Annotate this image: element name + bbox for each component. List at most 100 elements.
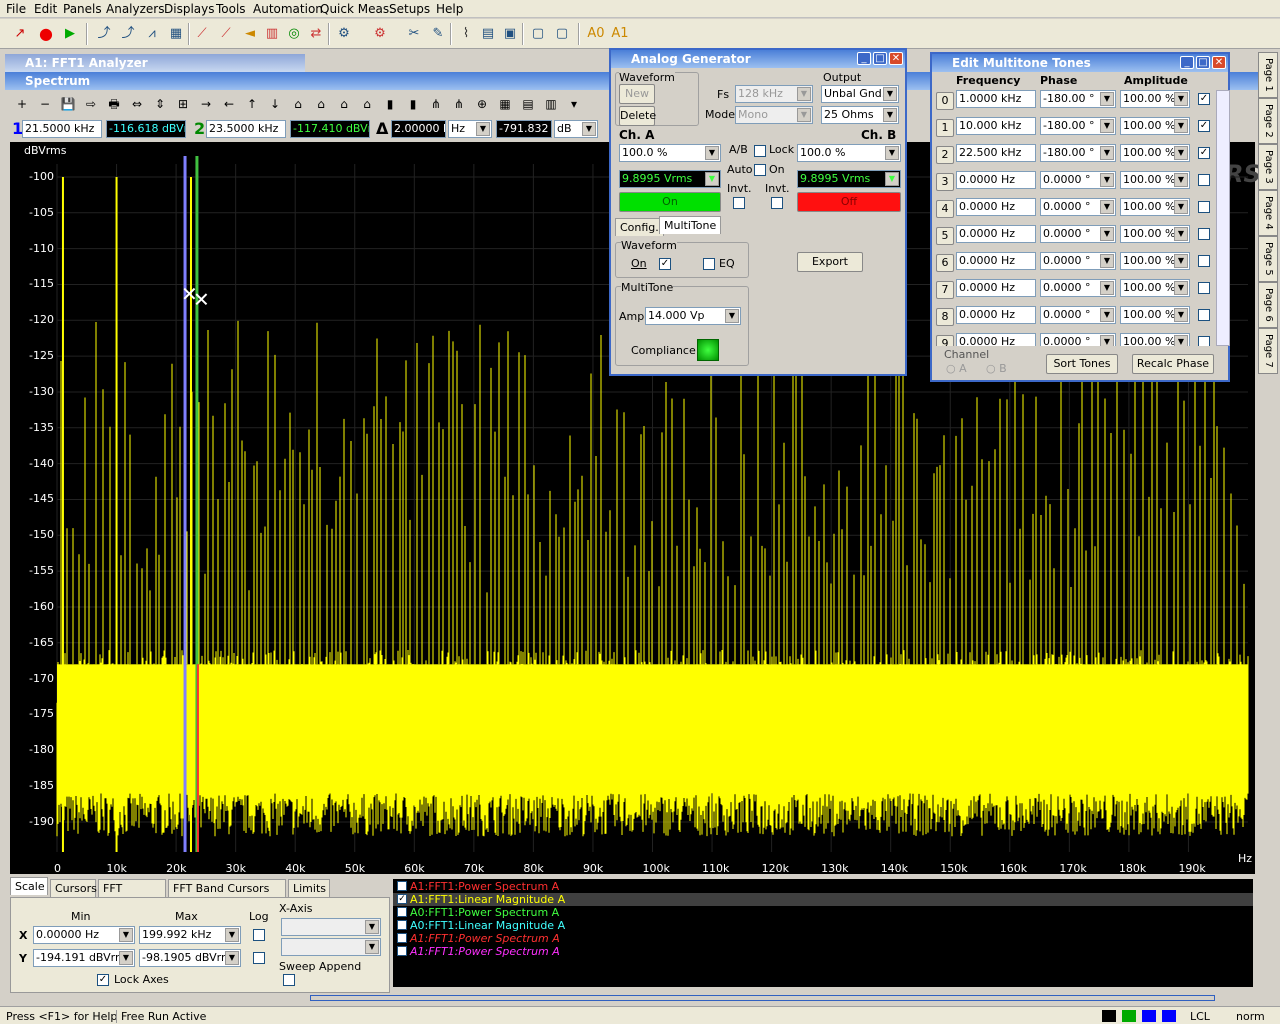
chevron-down-icon[interactable]: ▼	[1174, 173, 1188, 187]
auto-on-checkbox[interactable]	[754, 164, 766, 176]
bars-icon[interactable]: ▥	[262, 24, 282, 44]
spectrum-tool-icon[interactable]: −	[35, 94, 55, 114]
tone-amplitude-field[interactable]: 100.00 % ▼	[1120, 171, 1190, 189]
minimize-button[interactable]: _	[857, 52, 871, 65]
spectrum-tool-icon[interactable]: ←	[219, 94, 239, 114]
spectrum-tool-icon[interactable]: ⌂	[288, 94, 308, 114]
spectrum-tool-icon[interactable]: +	[12, 94, 32, 114]
recalc-phase-button[interactable]: Recalc Phase	[1132, 354, 1214, 374]
record-icon[interactable]: ●	[36, 24, 56, 44]
chevron-down-icon[interactable]: ▼	[1174, 200, 1188, 214]
page-tab-7[interactable]: Page 7	[1258, 328, 1278, 374]
tone-enable-checkbox[interactable]	[1198, 228, 1210, 240]
tone-phase-field[interactable]: -180.00 ° ▼	[1040, 144, 1116, 162]
cursor2-freq[interactable]: 23.5000 kHz	[206, 120, 286, 138]
menu-item-analyzers[interactable]: Analyzers	[106, 2, 164, 16]
arrow-icon[interactable]: ↗	[10, 24, 30, 44]
delta-freq-unit[interactable]: Hz ▼	[448, 120, 492, 138]
spectrum-tool-icon[interactable]: ⋔	[449, 94, 469, 114]
tone-phase-field[interactable]: 0.0000 ° ▼	[1040, 198, 1116, 216]
tone-frequency-field[interactable]: 22.500 kHz	[956, 144, 1036, 162]
chb-invert-checkbox[interactable]	[771, 197, 783, 209]
lock-axes-checkbox[interactable]: ✓	[97, 974, 109, 986]
spectrum-tool-icon[interactable]: ▮	[380, 94, 400, 114]
y-max-field[interactable]: -98.1905 dBVrms ▼	[139, 949, 241, 967]
tone-enable-checkbox[interactable]: ✓	[1198, 120, 1210, 132]
page-tab-2[interactable]: Page 2	[1258, 98, 1278, 144]
tone-phase-field[interactable]: 0.0000 ° ▼	[1040, 225, 1116, 243]
sweep-append-checkbox[interactable]	[283, 974, 295, 986]
minimize-button[interactable]: _	[1180, 56, 1194, 69]
chevron-down-icon[interactable]: ▼	[1100, 119, 1114, 133]
tone-amplitude-field[interactable]: 100.00 % ▼	[1120, 90, 1190, 108]
tone-frequency-field[interactable]: 0.0000 Hz	[956, 198, 1036, 216]
spectrum-tool-icon[interactable]: ▮	[403, 94, 423, 114]
window-icon[interactable]: ▢	[528, 24, 548, 44]
chart-icon[interactable]: ⌇	[456, 24, 476, 44]
tone-frequency-field[interactable]: 0.0000 Hz	[956, 171, 1036, 189]
close-button[interactable]: ✕	[889, 52, 903, 65]
mt-waveform-on-checkbox[interactable]: ✓	[659, 258, 671, 270]
chevron-down-icon[interactable]: ▼	[1100, 308, 1114, 322]
tone-phase-field[interactable]: 0.0000 ° ▼	[1040, 171, 1116, 189]
menu-item-edit[interactable]: Edit	[34, 2, 57, 16]
chevron-down-icon[interactable]: ▼	[1174, 335, 1188, 346]
tab-limits[interactable]: Limits	[288, 879, 330, 897]
graph-icon[interactable]: ⟋	[192, 24, 212, 44]
tool-icon[interactable]: ✎	[428, 24, 448, 44]
spectrum-tool-icon[interactable]: ⇔	[127, 94, 147, 114]
legend-item[interactable]: ✓ A1:FFT1:Linear Magnitude A	[393, 893, 1253, 906]
tab-cursors[interactable]: Cursors	[50, 879, 97, 897]
tone-phase-field[interactable]: -180.00 ° ▼	[1040, 90, 1116, 108]
spectrum-tool-icon[interactable]: ⌂	[311, 94, 331, 114]
menu-item-file[interactable]: File	[6, 2, 26, 16]
chb-off-button[interactable]: Off	[797, 192, 901, 212]
menu-item-displays[interactable]: Displays	[164, 2, 214, 16]
legend-item[interactable]: A0:FFT1:Linear Magnitude A	[393, 919, 1253, 932]
output-select[interactable]: Unbal Gnd. ▼	[821, 85, 899, 103]
window-icon[interactable]: ▢	[552, 24, 572, 44]
x-log-checkbox[interactable]	[253, 929, 265, 941]
tone-enable-checkbox[interactable]	[1198, 309, 1210, 321]
tone-enable-checkbox[interactable]: ✓	[1198, 147, 1210, 159]
spectrum-tool-icon[interactable]: ⊕	[472, 94, 492, 114]
tone-amplitude-field[interactable]: 100.00 % ▼	[1120, 225, 1190, 243]
xaxis-select-1[interactable]: ▼	[281, 918, 381, 936]
chevron-down-icon[interactable]: ▼	[1174, 308, 1188, 322]
delta-level-unit[interactable]: dB ▼	[554, 120, 598, 138]
spectrum-tool-icon[interactable]: →	[196, 94, 216, 114]
tone-phase-field[interactable]: 0.0000 ° ▼	[1040, 333, 1116, 346]
cha-invert-checkbox[interactable]	[733, 197, 745, 209]
tone-amplitude-field[interactable]: 100.00 % ▼	[1120, 333, 1190, 346]
analyzer-icon[interactable]: ⩘	[142, 24, 162, 44]
menu-item-quickmeas[interactable]: Quick Meas.	[320, 2, 393, 16]
maximize-button[interactable]: □	[873, 52, 887, 65]
channel-a-radio[interactable]: ○ A	[946, 362, 967, 375]
tone-enable-checkbox[interactable]	[1198, 201, 1210, 213]
a1-icon[interactable]: A1	[610, 24, 630, 44]
spectrum-tool-icon[interactable]: ⇕	[150, 94, 170, 114]
a0-icon[interactable]: A0	[586, 24, 606, 44]
chevron-down-icon[interactable]: ▼	[1100, 227, 1114, 241]
chevron-down-icon[interactable]: ▼	[1100, 92, 1114, 106]
menu-item-tools[interactable]: Tools	[216, 2, 246, 16]
legend-checkbox[interactable]: ✓	[397, 894, 407, 904]
sort-tones-button[interactable]: Sort Tones	[1046, 354, 1118, 374]
legend-checkbox[interactable]	[397, 881, 407, 891]
tone-frequency-field[interactable]: 0.0000 Hz	[956, 306, 1036, 324]
cha-on-button[interactable]: On	[619, 192, 721, 212]
play-icon[interactable]: ▶	[60, 24, 80, 44]
display-icon[interactable]: ▣	[500, 24, 520, 44]
xaxis-select-2[interactable]: ▼	[281, 938, 381, 956]
legend-item[interactable]: A1:FFT1:Power Spectrum A	[393, 932, 1253, 945]
chevron-down-icon[interactable]: ▼	[1174, 227, 1188, 241]
menu-item-help[interactable]: Help	[436, 2, 463, 16]
x-min-field[interactable]: 0.00000 Hz ▼	[33, 926, 135, 944]
page-tab-6[interactable]: Page 6	[1258, 282, 1278, 328]
amp-field[interactable]: 14.000 Vp ▼	[645, 307, 741, 325]
chevron-down-icon[interactable]: ▼	[1100, 146, 1114, 160]
page-tab-4[interactable]: Page 4	[1258, 190, 1278, 236]
chevron-down-icon[interactable]: ▼	[1100, 335, 1114, 346]
page-tab-1[interactable]: Page 1	[1258, 52, 1278, 98]
chevron-down-icon[interactable]: ▼	[1174, 281, 1188, 295]
